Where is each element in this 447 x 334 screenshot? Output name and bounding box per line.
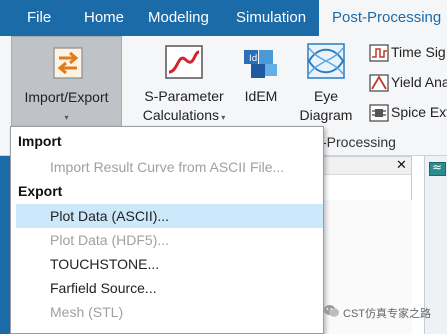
tab-simulation[interactable]: Simulation xyxy=(236,0,306,36)
sparameter-label-line2: Calculations ▾ xyxy=(142,107,226,123)
menu-item-mesh-stl[interactable]: Mesh (STL) xyxy=(16,300,323,324)
import-export-arrows-icon xyxy=(53,47,83,79)
svg-text:Id: Id xyxy=(249,54,257,64)
wechat-icon xyxy=(323,305,339,317)
eye-label-line2: Diagram xyxy=(299,107,353,123)
yield-analysis-label: Yield Ana xyxy=(391,74,447,90)
chevron-down-icon: ▾ xyxy=(219,113,226,122)
yield-analysis-icon xyxy=(369,74,389,92)
tab-modeling[interactable]: Modeling xyxy=(148,0,209,36)
ribbon-tab-bar: File Home Modeling Simulation Post-Proce… xyxy=(0,0,447,37)
import-export-menu: Import Import Result Curve from ASCII Fi… xyxy=(10,126,324,334)
import-export-label: Import/Export xyxy=(24,89,109,105)
menu-header-import: Import xyxy=(18,133,62,149)
idem-cube-icon: Id xyxy=(244,50,277,78)
eye-label-line1: Eye xyxy=(313,88,339,104)
tab-file[interactable]: File xyxy=(27,0,51,36)
menu-item-plot-data-hdf5[interactable]: Plot Data (HDF5)... xyxy=(16,228,323,252)
tab-post-processing[interactable]: Post-Processing xyxy=(319,0,447,37)
view-tab-icon[interactable] xyxy=(429,160,446,176)
sparameter-label-line1: S-Parameter xyxy=(144,88,224,104)
tab-home[interactable]: Home xyxy=(84,0,124,36)
close-icon[interactable]: ✕ xyxy=(396,157,407,173)
time-signal-label: Time Sig xyxy=(391,44,446,60)
eye-diagram-icon xyxy=(307,43,345,79)
menu-item-plot-data-ascii[interactable]: Plot Data (ASCII)... xyxy=(16,204,323,228)
idem-label: IdEM xyxy=(244,88,278,104)
menu-header-export: Export xyxy=(18,183,63,199)
spice-extract-icon xyxy=(369,104,389,122)
s-curve-icon xyxy=(165,45,203,79)
group-label-post-processing: -Processing xyxy=(322,134,396,150)
watermark-text: CST仿真专家之路 xyxy=(343,308,431,320)
time-signal-icon xyxy=(369,44,389,62)
menu-item-import-result-curve[interactable]: Import Result Curve from ASCII File... xyxy=(16,155,323,179)
spice-extract-label: Spice Ext xyxy=(391,104,447,120)
menu-item-touchstone[interactable]: TOUCHSTONE... xyxy=(16,252,323,276)
menu-item-farfield-source[interactable]: Farfield Source... xyxy=(16,276,323,300)
chevron-down-icon: ▾ xyxy=(64,113,69,122)
left-dock-strip xyxy=(0,156,10,334)
